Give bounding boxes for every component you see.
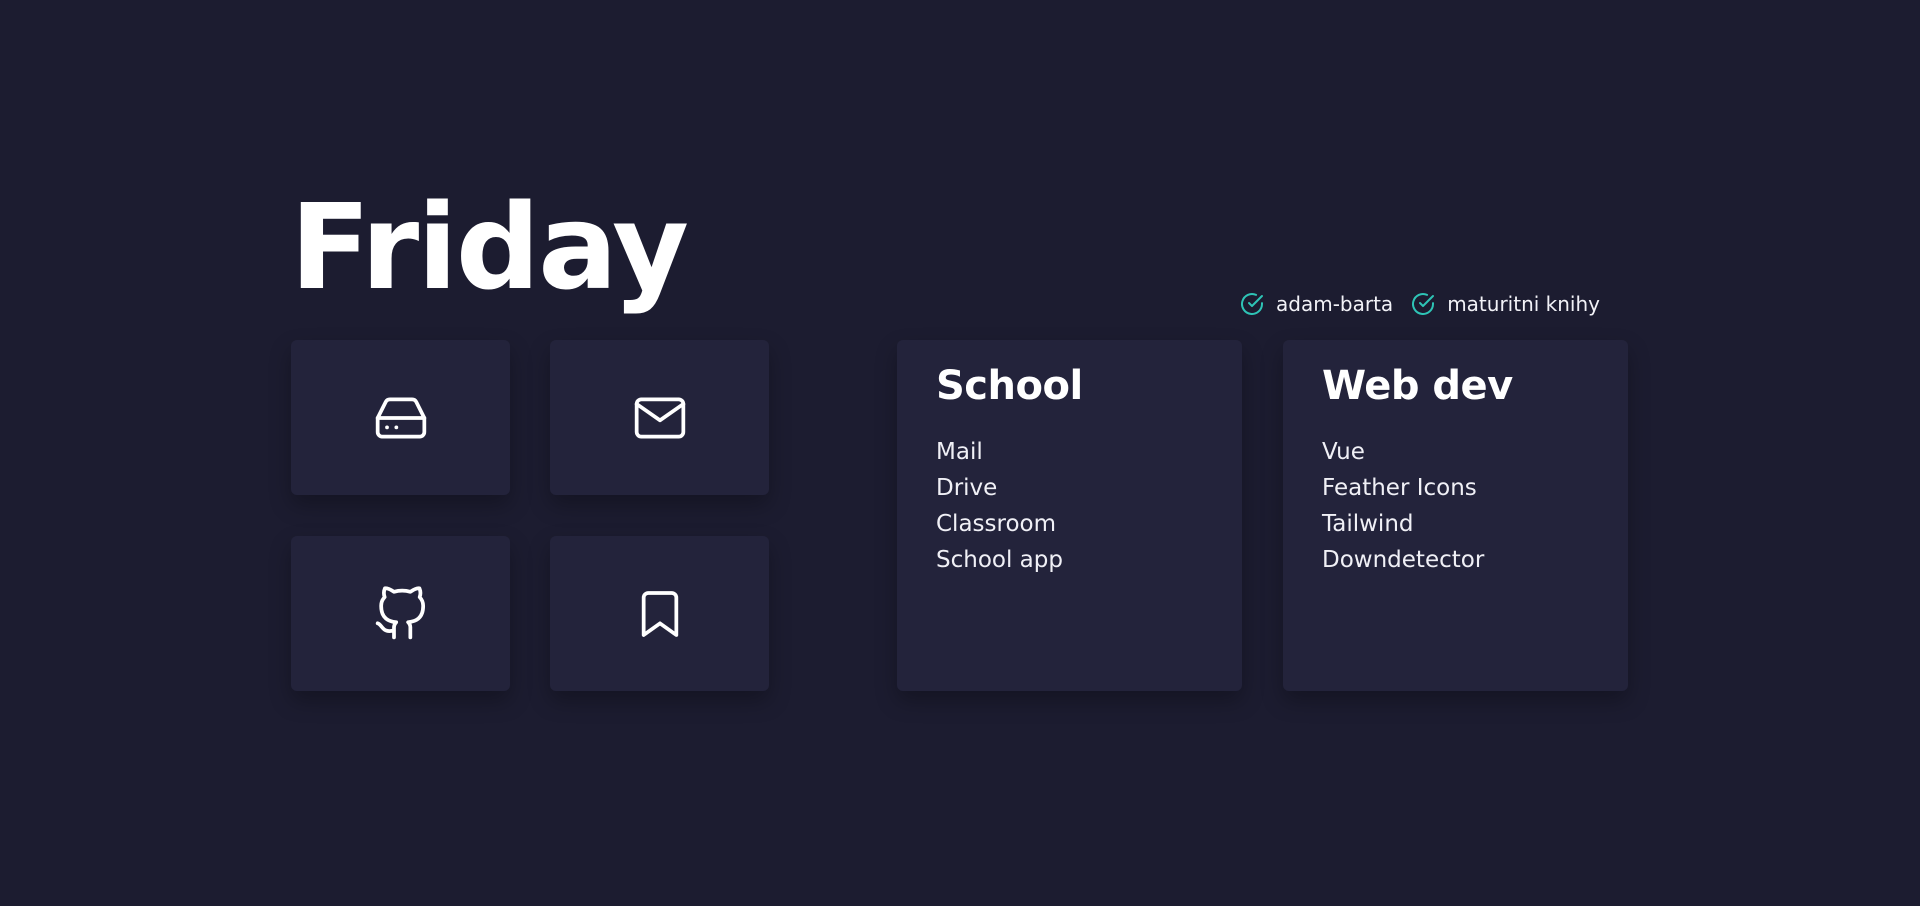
status-row: adam-barta maturitni knihy <box>1240 289 1600 319</box>
hard-drive-icon <box>375 396 426 439</box>
status-label: maturitni knihy <box>1447 292 1600 316</box>
dashboard: Friday adam-barta maturitni knihy School… <box>0 0 1920 906</box>
school-links-card: School Mail Drive Classroom School app <box>897 340 1242 691</box>
quick-link-github-tile[interactable] <box>291 536 510 691</box>
status-item-maturitni-knihy[interactable]: maturitni knihy <box>1411 292 1600 316</box>
status-item-adam-barta[interactable]: adam-barta <box>1240 292 1393 316</box>
page-title: Friday <box>290 178 689 316</box>
link-tailwind[interactable]: Tailwind <box>1322 506 1414 542</box>
card-title: School <box>936 363 1083 409</box>
link-school-app[interactable]: School app <box>936 542 1063 578</box>
quick-link-bookmark-tile[interactable] <box>550 536 769 691</box>
mail-icon <box>634 396 685 439</box>
github-icon <box>375 585 425 639</box>
link-list: Mail Drive Classroom School app <box>936 434 1242 578</box>
link-mail[interactable]: Mail <box>936 434 983 470</box>
quick-link-drive-tile[interactable] <box>291 340 510 495</box>
status-label: adam-barta <box>1276 292 1394 316</box>
link-downdetector[interactable]: Downdetector <box>1322 542 1484 578</box>
bookmark-icon <box>641 590 678 637</box>
quick-link-mail-tile[interactable] <box>550 340 769 495</box>
link-vue[interactable]: Vue <box>1322 434 1365 470</box>
card-title: Web dev <box>1322 363 1513 409</box>
link-classroom[interactable]: Classroom <box>936 506 1056 542</box>
link-drive[interactable]: Drive <box>936 470 997 506</box>
web-dev-links-card: Web dev Vue Feather Icons Tailwind Downd… <box>1283 340 1628 691</box>
check-circle-icon <box>1412 293 1435 315</box>
link-feather-icons[interactable]: Feather Icons <box>1322 470 1477 506</box>
check-circle-icon <box>1241 293 1263 315</box>
link-list: Vue Feather Icons Tailwind Downdetector <box>1322 434 1628 578</box>
